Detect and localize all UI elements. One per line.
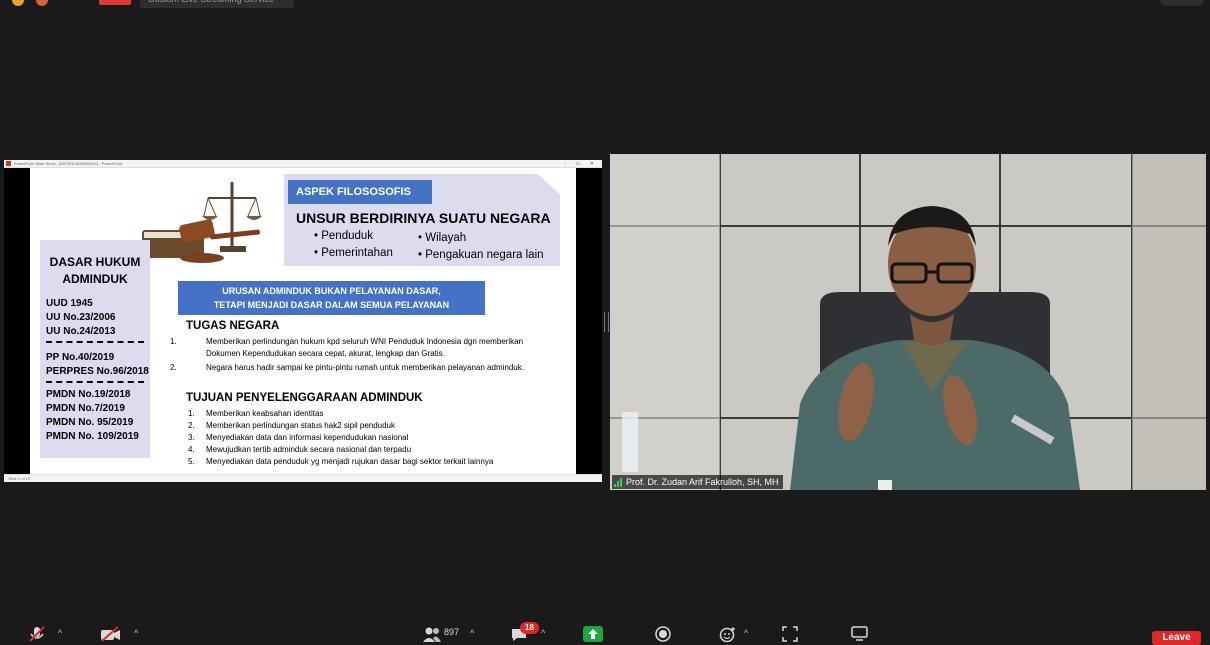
unsur-item: • Pengakuan negara lain xyxy=(418,249,544,261)
fullscreen-icon[interactable] xyxy=(782,626,798,642)
tujuan-item: 2. Memberikan perlindungan status hak2 si… xyxy=(188,421,396,430)
reactions-options-caret[interactable]: ^ xyxy=(744,628,748,638)
unsur-title: UNSUR BERDIRINYA SUATU NEGARA xyxy=(296,210,551,226)
dasar-hukum-title: DASAR HUKUM ADMINDUK xyxy=(49,255,141,286)
signal-strength-icon xyxy=(614,477,622,487)
tujuan-item: 5. Menyediakan data penduduk yg menjadi r… xyxy=(188,457,494,466)
shared-screen: PowerPoint Slide Show - [DIRJEN ADMINDUK… xyxy=(4,160,602,482)
window-controls[interactable]: ▫ ▭ ✕ xyxy=(565,160,598,167)
tujuan-title: TUJUAN PENYELENGGARAAN ADMINDUK xyxy=(186,392,423,404)
powerpoint-icon xyxy=(6,161,11,166)
mute-microphone-icon[interactable] xyxy=(28,626,46,642)
leave-button[interactable]: Leave xyxy=(1152,631,1201,645)
dasar-item: PMDN No. 109/2019 xyxy=(46,431,139,442)
slide: ASPEK FILOSOSOFIS UNSUR BERDIRINYA SUATU… xyxy=(30,168,576,474)
dasar-item: PERPRES No.96/2018 xyxy=(46,366,149,377)
speaker-video[interactable] xyxy=(610,154,1206,490)
speaker-video-frame xyxy=(610,154,1206,490)
status-dot-icon xyxy=(36,0,48,6)
letterbox-right xyxy=(576,168,602,474)
audio-options-caret[interactable]: ^ xyxy=(58,628,62,638)
ppt-title-bar: PowerPoint Slide Show - [DIRJEN ADMINDUK… xyxy=(4,160,602,168)
aspek-label: ASPEK FILOSOSOFIS xyxy=(288,180,432,204)
participants-count[interactable]: 897 xyxy=(444,627,459,637)
share-screen-icon[interactable] xyxy=(583,626,603,642)
dasar-item: PMDN No.7/2019 xyxy=(46,403,125,414)
letterbox-left xyxy=(4,168,30,474)
dasar-divider xyxy=(46,381,144,383)
participants-options-caret[interactable]: ^ xyxy=(470,628,474,638)
gavel-scales-illustration xyxy=(142,182,262,263)
tujuan-item: 1. Memberikan keabsahan identitas xyxy=(188,409,324,418)
tugas-item: 2. Negara harus hadir sampai ke pintu-pin… xyxy=(170,363,524,372)
tugas-item: 1. Memberikan perlindungan hukum kpd selu… xyxy=(170,337,524,358)
dasar-item: PMDN No. 95/2019 xyxy=(46,417,134,428)
status-dot-icon xyxy=(12,0,24,6)
tugas-title: TUGAS NEGARA xyxy=(186,320,280,332)
dasar-item: PMDN No.19/2018 xyxy=(46,389,131,400)
dasar-item: PP No.40/2019 xyxy=(46,352,115,363)
participant-name-tag: Prof. Dr. Zudan Arif Fakrulloh, SH, MH xyxy=(612,475,783,489)
tujuan-item: 3. Menyediakan data dan informasi kependu… xyxy=(188,433,409,442)
dasar-item: UU No.23/2006 xyxy=(46,312,116,323)
video-options-caret[interactable]: ^ xyxy=(134,628,138,638)
dasar-divider xyxy=(46,341,144,343)
dasar-item: UU No.24/2013 xyxy=(46,326,116,337)
urusan-banner: URUSAN ADMINDUK BUKAN PELAYANAN DASAR, T… xyxy=(178,281,485,315)
tujuan-item: 4. Mewujudkan tertib adminduk secara nasi… xyxy=(188,445,412,454)
view-button[interactable] xyxy=(1160,0,1204,6)
ppt-window-title: PowerPoint Slide Show - [DIRJEN ADMINDUK… xyxy=(14,161,123,166)
more-apps-icon[interactable] xyxy=(851,626,869,642)
split-drag-handle[interactable] xyxy=(604,312,609,332)
unsur-item: • Wilayah xyxy=(418,232,467,244)
slide-counter: Slide 2 of 10 xyxy=(8,476,31,481)
unsur-item: • Penduduk xyxy=(314,230,374,242)
participant-name: Prof. Dr. Zudan Arif Fakrulloh, SH, MH xyxy=(626,477,779,487)
reactions-icon[interactable] xyxy=(719,626,737,642)
ppt-status-bar: Slide 2 of 10 xyxy=(4,474,602,482)
dasar-item: UUD 1945 xyxy=(46,298,93,309)
participants-icon[interactable] xyxy=(422,626,442,642)
streaming-service-pill[interactable]: Custom Live Streaming Service xyxy=(140,0,294,8)
chat-options-caret[interactable]: ^ xyxy=(541,628,545,638)
chat-unread-badge: 18 xyxy=(520,622,539,634)
stop-video-icon[interactable] xyxy=(100,626,122,642)
unsur-item: • Pemerintahan xyxy=(314,247,393,259)
top-bar: Custom Live Streaming Service xyxy=(0,0,1210,8)
record-icon[interactable] xyxy=(655,626,671,642)
live-indicator xyxy=(99,0,131,5)
